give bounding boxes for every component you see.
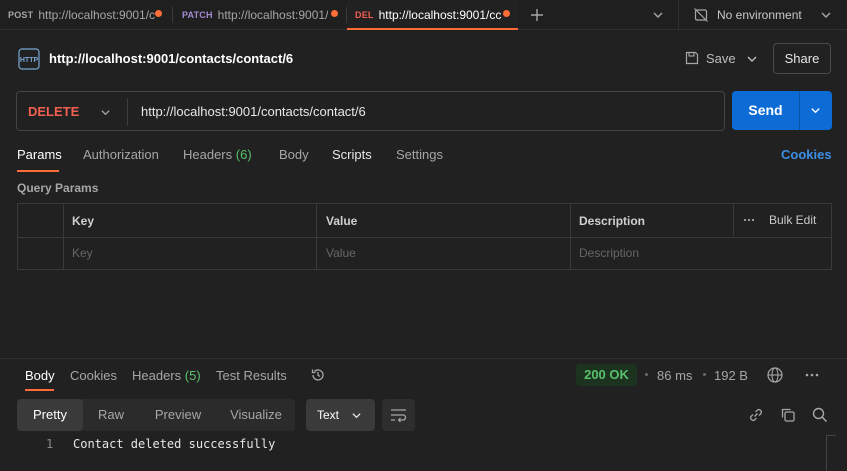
- no-environment-icon: [693, 7, 709, 23]
- view-visualize[interactable]: Visualize: [217, 399, 295, 431]
- table-divider: [733, 204, 734, 236]
- method-select[interactable]: DELETE: [28, 104, 79, 119]
- response-size[interactable]: 192 B: [714, 368, 748, 383]
- meta-separator: [703, 373, 706, 376]
- tab-headers-label: Headers: [183, 147, 233, 162]
- tab-params[interactable]: Params: [17, 147, 62, 162]
- send-divider: [799, 91, 800, 130]
- tab-divider: [172, 7, 173, 23]
- search-icon[interactable]: [811, 406, 829, 424]
- tab-url: http://localhost:9001/cc: [378, 8, 502, 22]
- send-label: Send: [748, 102, 783, 118]
- table-divider: [570, 204, 571, 269]
- response-headers-label: Headers: [132, 368, 182, 383]
- unsaved-dot: [331, 10, 338, 17]
- response-tab-cookies[interactable]: Cookies: [70, 368, 117, 383]
- active-tab-indicator: [25, 389, 54, 391]
- more-options-icon[interactable]: [743, 217, 755, 223]
- url-divider: [127, 98, 128, 126]
- line-number: 1: [46, 437, 54, 451]
- bulk-edit-button[interactable]: Bulk Edit: [769, 213, 816, 227]
- response-tab-body[interactable]: Body: [25, 368, 55, 383]
- query-params-table: Key Value Description Bulk Edit Key Valu…: [17, 203, 832, 270]
- method-chevron-icon[interactable]: [100, 107, 111, 118]
- tab-headers[interactable]: Headers (6): [183, 147, 252, 162]
- meta-separator: [645, 373, 648, 376]
- status-badge[interactable]: 200 OK: [576, 364, 637, 386]
- copy-icon[interactable]: [779, 406, 797, 424]
- save-icon: [684, 50, 700, 66]
- request-tab-post[interactable]: POST http://localhost:9001/c: [0, 0, 170, 30]
- request-tab-delete[interactable]: DEL http://localhost:9001/cc: [347, 0, 518, 30]
- view-raw[interactable]: Raw: [83, 399, 139, 431]
- response-tab-headers[interactable]: Headers (5): [132, 368, 201, 383]
- tab-method-post: POST: [8, 10, 34, 20]
- description-input[interactable]: Description: [579, 246, 639, 260]
- column-header-value: Value: [326, 214, 358, 228]
- tab-method-delete: DEL: [355, 10, 374, 20]
- history-icon[interactable]: [310, 367, 326, 383]
- save-button[interactable]: Save: [706, 51, 736, 66]
- tab-url: http://localhost:9001/: [217, 8, 329, 22]
- new-tab-plus-icon[interactable]: [529, 7, 545, 23]
- column-header-description: Description: [579, 214, 646, 228]
- environment-chevron-icon[interactable]: [820, 9, 832, 21]
- format-label: Text: [317, 408, 340, 422]
- response-tab-test-results[interactable]: Test Results: [216, 368, 287, 383]
- svg-text:HTTP: HTTP: [20, 57, 39, 64]
- tab-settings[interactable]: Settings: [396, 147, 443, 162]
- http-request-icon: HTTP: [18, 48, 40, 70]
- response-scrollbar[interactable]: [826, 435, 836, 471]
- send-options-chevron-icon[interactable]: [810, 105, 821, 116]
- request-tab-patch[interactable]: PATCH http://localhost:9001/: [174, 0, 346, 30]
- table-divider: [18, 237, 831, 238]
- format-chevron-icon: [351, 410, 362, 421]
- response-body-line[interactable]: Contact deleted successfully: [73, 437, 275, 451]
- table-divider: [316, 204, 317, 269]
- wrap-lines-button[interactable]: [382, 399, 415, 431]
- response-view-selector: Pretty Raw Preview Visualize: [17, 399, 295, 431]
- cookies-link[interactable]: Cookies: [781, 147, 832, 162]
- response-headers-count: (5): [184, 368, 201, 383]
- tab-divider: [678, 0, 679, 30]
- tabs-dropdown-chevron-icon[interactable]: [652, 9, 664, 21]
- request-title[interactable]: http://localhost:9001/contacts/contact/6: [49, 51, 293, 66]
- table-divider: [63, 204, 64, 269]
- tab-method-patch: PATCH: [182, 10, 213, 20]
- headers-count: (6): [235, 147, 252, 162]
- unsaved-dot: [155, 10, 162, 17]
- environment-selector[interactable]: No environment: [717, 8, 802, 22]
- url-input[interactable]: http://localhost:9001/contacts/contact/6: [141, 104, 366, 119]
- query-params-title: Query Params: [17, 181, 99, 195]
- copy-link-icon[interactable]: [747, 406, 765, 424]
- view-preview[interactable]: Preview: [139, 399, 217, 431]
- view-pretty[interactable]: Pretty: [17, 399, 83, 431]
- format-select[interactable]: Text: [306, 399, 375, 431]
- tab-body[interactable]: Body: [279, 147, 309, 162]
- active-tab-indicator: [17, 170, 59, 172]
- key-input[interactable]: Key: [72, 246, 93, 260]
- send-button[interactable]: Send: [732, 91, 832, 130]
- tab-bar: POST http://localhost:9001/c PATCH http:…: [0, 0, 847, 30]
- wrap-lines-icon: [390, 407, 407, 423]
- network-globe-icon[interactable]: [766, 366, 784, 384]
- share-button[interactable]: Share: [773, 43, 831, 74]
- response-time[interactable]: 86 ms: [657, 368, 692, 383]
- unsaved-dot: [503, 10, 510, 17]
- value-input[interactable]: Value: [326, 246, 356, 260]
- response-more-icon[interactable]: [805, 372, 819, 378]
- tab-scripts[interactable]: Scripts: [332, 147, 372, 162]
- save-options-chevron-icon[interactable]: [746, 53, 758, 65]
- url-bar: DELETE http://localhost:9001/contacts/co…: [16, 91, 725, 131]
- tab-url: http://localhost:9001/c: [38, 8, 156, 22]
- tab-authorization[interactable]: Authorization: [83, 147, 159, 162]
- column-header-key: Key: [72, 214, 95, 228]
